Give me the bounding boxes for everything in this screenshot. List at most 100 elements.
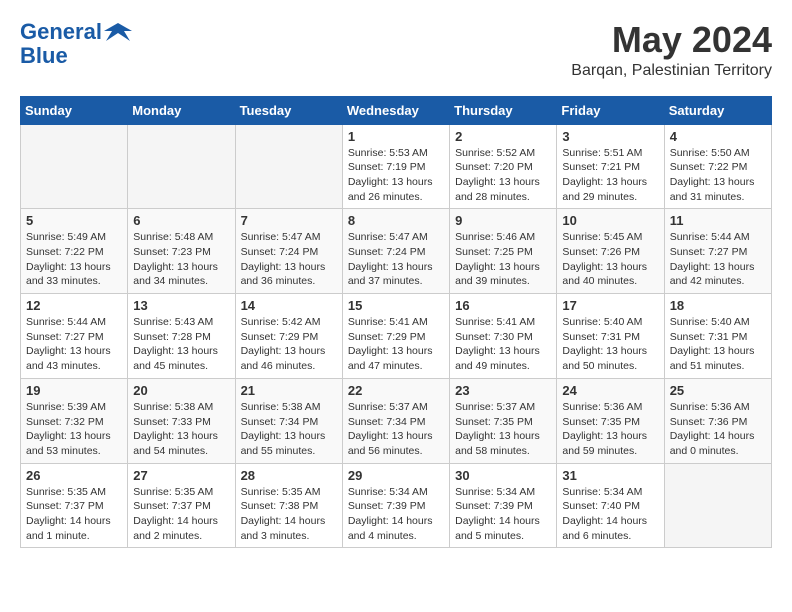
day-number: 9 — [455, 213, 551, 228]
logo-line2: Blue — [20, 44, 132, 68]
day-info: Sunrise: 5:50 AM Sunset: 7:22 PM Dayligh… — [670, 146, 766, 205]
day-number: 4 — [670, 129, 766, 144]
day-number: 20 — [133, 383, 229, 398]
day-info: Sunrise: 5:39 AM Sunset: 7:32 PM Dayligh… — [26, 400, 122, 459]
table-row: 15 Sunrise: 5:41 AM Sunset: 7:29 PM Dayli… — [342, 294, 449, 379]
day-number: 2 — [455, 129, 551, 144]
table-row: 16 Sunrise: 5:41 AM Sunset: 7:30 PM Dayli… — [450, 294, 557, 379]
table-row: 30Sunrise: 5:34 AM Sunset: 7:39 PM Dayli… — [450, 463, 557, 548]
table-row: 11 Sunrise: 5:44 AM Sunset: 7:27 PM Dayli… — [664, 209, 771, 294]
table-row — [128, 124, 235, 209]
table-row: 5 Sunrise: 5:49 AM Sunset: 7:22 PM Daylig… — [21, 209, 128, 294]
day-number: 10 — [562, 213, 658, 228]
day-number: 26 — [26, 468, 122, 483]
month-title: May 2024 — [571, 20, 772, 60]
day-number: 12 — [26, 298, 122, 313]
calendar-week-row: 26 Sunrise: 5:35 AM Sunset: 7:37 PM Dayli… — [21, 463, 772, 548]
day-info: Sunrise: 5:35 AM Sunset: 7:38 PM Dayligh… — [241, 485, 337, 544]
table-row: 14Sunrise: 5:42 AM Sunset: 7:29 PM Dayli… — [235, 294, 342, 379]
col-tuesday: Tuesday — [235, 96, 342, 124]
table-row — [235, 124, 342, 209]
table-row: 8 Sunrise: 5:47 AM Sunset: 7:24 PM Daylig… — [342, 209, 449, 294]
day-info: Sunrise: 5:53 AM Sunset: 7:19 PM Dayligh… — [348, 146, 444, 205]
day-info: Sunrise: 5:42 AM Sunset: 7:29 PM Dayligh… — [241, 315, 337, 374]
day-info: Sunrise: 5:45 AM Sunset: 7:26 PM Dayligh… — [562, 230, 658, 289]
table-row — [21, 124, 128, 209]
table-row — [664, 463, 771, 548]
day-info: Sunrise: 5:37 AM Sunset: 7:35 PM Dayligh… — [455, 400, 551, 459]
day-info: Sunrise: 5:34 AM Sunset: 7:40 PM Dayligh… — [562, 485, 658, 544]
day-number: 13 — [133, 298, 229, 313]
col-monday: Monday — [128, 96, 235, 124]
col-friday: Friday — [557, 96, 664, 124]
table-row: 28 Sunrise: 5:35 AM Sunset: 7:38 PM Dayli… — [235, 463, 342, 548]
table-row: 1 Sunrise: 5:53 AM Sunset: 7:19 PM Daylig… — [342, 124, 449, 209]
calendar-table: Sunday Monday Tuesday Wednesday Thursday… — [20, 96, 772, 549]
calendar-header-row: Sunday Monday Tuesday Wednesday Thursday… — [21, 96, 772, 124]
table-row: 13 Sunrise: 5:43 AM Sunset: 7:28 PM Dayli… — [128, 294, 235, 379]
col-thursday: Thursday — [450, 96, 557, 124]
calendar-week-row: 1 Sunrise: 5:53 AM Sunset: 7:19 PM Daylig… — [21, 124, 772, 209]
table-row: 3Sunrise: 5:51 AM Sunset: 7:21 PM Daylig… — [557, 124, 664, 209]
table-row: 23 Sunrise: 5:37 AM Sunset: 7:35 PM Dayli… — [450, 378, 557, 463]
table-row: 24 Sunrise: 5:36 AM Sunset: 7:35 PM Dayli… — [557, 378, 664, 463]
day-info: Sunrise: 5:35 AM Sunset: 7:37 PM Dayligh… — [26, 485, 122, 544]
day-number: 17 — [562, 298, 658, 313]
title-block: May 2024 Barqan, Palestinian Territory — [571, 20, 772, 80]
day-number: 24 — [562, 383, 658, 398]
table-row: 4 Sunrise: 5:50 AM Sunset: 7:22 PM Daylig… — [664, 124, 771, 209]
day-info: Sunrise: 5:47 AM Sunset: 7:24 PM Dayligh… — [348, 230, 444, 289]
day-info: Sunrise: 5:41 AM Sunset: 7:30 PM Dayligh… — [455, 315, 551, 374]
col-saturday: Saturday — [664, 96, 771, 124]
table-row: 10 Sunrise: 5:45 AM Sunset: 7:26 PM Dayli… — [557, 209, 664, 294]
day-info: Sunrise: 5:49 AM Sunset: 7:22 PM Dayligh… — [26, 230, 122, 289]
day-number: 3 — [562, 129, 658, 144]
logo-bird-icon — [104, 21, 132, 43]
day-info: Sunrise: 5:52 AM Sunset: 7:20 PM Dayligh… — [455, 146, 551, 205]
day-info: Sunrise: 5:40 AM Sunset: 7:31 PM Dayligh… — [562, 315, 658, 374]
day-number: 21 — [241, 383, 337, 398]
day-number: 11 — [670, 213, 766, 228]
logo-text: General — [20, 20, 102, 44]
day-number: 23 — [455, 383, 551, 398]
col-wednesday: Wednesday — [342, 96, 449, 124]
table-row: 12 Sunrise: 5:44 AM Sunset: 7:27 PM Dayli… — [21, 294, 128, 379]
day-info: Sunrise: 5:46 AM Sunset: 7:25 PM Dayligh… — [455, 230, 551, 289]
day-info: Sunrise: 5:43 AM Sunset: 7:28 PM Dayligh… — [133, 315, 229, 374]
table-row: 31Sunrise: 5:34 AM Sunset: 7:40 PM Dayli… — [557, 463, 664, 548]
table-row: 27Sunrise: 5:35 AM Sunset: 7:37 PM Dayli… — [128, 463, 235, 548]
day-number: 5 — [26, 213, 122, 228]
calendar-week-row: 19Sunrise: 5:39 AM Sunset: 7:32 PM Dayli… — [21, 378, 772, 463]
day-number: 28 — [241, 468, 337, 483]
table-row: 7Sunrise: 5:47 AM Sunset: 7:24 PM Daylig… — [235, 209, 342, 294]
table-row: 17 Sunrise: 5:40 AM Sunset: 7:31 PM Dayli… — [557, 294, 664, 379]
table-row: 20 Sunrise: 5:38 AM Sunset: 7:33 PM Dayli… — [128, 378, 235, 463]
table-row: 6Sunrise: 5:48 AM Sunset: 7:23 PM Daylig… — [128, 209, 235, 294]
day-info: Sunrise: 5:36 AM Sunset: 7:35 PM Dayligh… — [562, 400, 658, 459]
day-info: Sunrise: 5:44 AM Sunset: 7:27 PM Dayligh… — [26, 315, 122, 374]
day-number: 25 — [670, 383, 766, 398]
day-number: 1 — [348, 129, 444, 144]
day-number: 16 — [455, 298, 551, 313]
day-info: Sunrise: 5:36 AM Sunset: 7:36 PM Dayligh… — [670, 400, 766, 459]
day-number: 18 — [670, 298, 766, 313]
day-info: Sunrise: 5:41 AM Sunset: 7:29 PM Dayligh… — [348, 315, 444, 374]
day-info: Sunrise: 5:38 AM Sunset: 7:34 PM Dayligh… — [241, 400, 337, 459]
table-row: 21 Sunrise: 5:38 AM Sunset: 7:34 PM Dayli… — [235, 378, 342, 463]
page-header: General Blue May 2024 Barqan, Palestinia… — [20, 20, 772, 80]
day-number: 8 — [348, 213, 444, 228]
table-row: 9 Sunrise: 5:46 AM Sunset: 7:25 PM Daylig… — [450, 209, 557, 294]
day-info: Sunrise: 5:38 AM Sunset: 7:33 PM Dayligh… — [133, 400, 229, 459]
day-number: 15 — [348, 298, 444, 313]
day-number: 29 — [348, 468, 444, 483]
table-row: 25 Sunrise: 5:36 AM Sunset: 7:36 PM Dayli… — [664, 378, 771, 463]
day-info: Sunrise: 5:47 AM Sunset: 7:24 PM Dayligh… — [241, 230, 337, 289]
location-title: Barqan, Palestinian Territory — [571, 62, 772, 80]
day-info: Sunrise: 5:35 AM Sunset: 7:37 PM Dayligh… — [133, 485, 229, 544]
day-info: Sunrise: 5:34 AM Sunset: 7:39 PM Dayligh… — [455, 485, 551, 544]
table-row: 22 Sunrise: 5:37 AM Sunset: 7:34 PM Dayli… — [342, 378, 449, 463]
day-number: 22 — [348, 383, 444, 398]
table-row: 19Sunrise: 5:39 AM Sunset: 7:32 PM Dayli… — [21, 378, 128, 463]
day-info: Sunrise: 5:44 AM Sunset: 7:27 PM Dayligh… — [670, 230, 766, 289]
day-info: Sunrise: 5:37 AM Sunset: 7:34 PM Dayligh… — [348, 400, 444, 459]
